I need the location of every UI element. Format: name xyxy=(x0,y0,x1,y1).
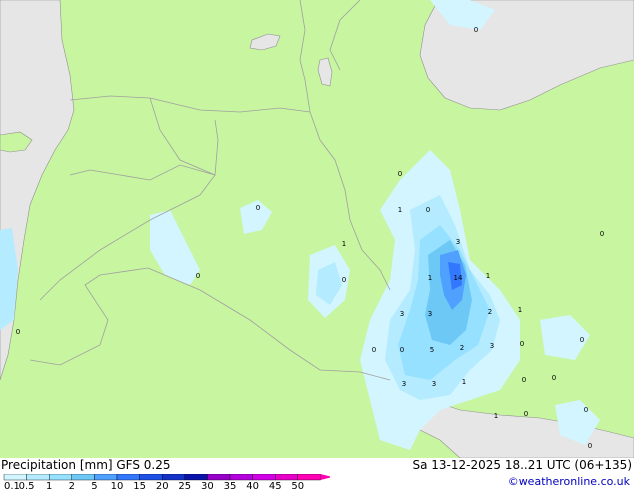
value-label: 0 xyxy=(580,336,584,344)
value-label: 0 xyxy=(588,442,592,450)
legend-arrow xyxy=(320,474,330,480)
value-label: 0 xyxy=(400,346,404,354)
value-label: 3 xyxy=(456,238,460,246)
legend-swatch xyxy=(184,474,208,481)
legend-tick-label: 45 xyxy=(269,481,282,490)
value-label: 1 xyxy=(428,274,432,282)
credit-link[interactable]: ©weatheronline.co.uk xyxy=(508,475,630,488)
value-label: 14 xyxy=(454,274,463,282)
legend-tick-label: 50 xyxy=(291,481,304,490)
legend-swatch xyxy=(229,474,253,481)
legend-swatch xyxy=(161,474,185,481)
legend-swatch xyxy=(49,474,73,481)
value-label: 0 xyxy=(524,410,528,418)
value-label: 0 xyxy=(196,272,200,280)
value-label: 0 xyxy=(426,206,430,214)
value-label: 0 xyxy=(342,276,346,284)
legend-swatch xyxy=(116,474,140,481)
legend-tick-label: 40 xyxy=(246,481,259,490)
value-label: 0 xyxy=(600,230,604,238)
value-label: 0 xyxy=(16,328,20,336)
value-label: 3 xyxy=(432,380,436,388)
legend-tick-label: 25 xyxy=(178,481,191,490)
legend-swatch xyxy=(139,474,163,481)
legend-swatch xyxy=(71,474,95,481)
legend-tick-label: 20 xyxy=(156,481,169,490)
value-label: 0 xyxy=(584,406,588,414)
value-label: 2 xyxy=(460,344,464,352)
legend-tick-label: 1 xyxy=(46,481,52,490)
legend-swatch xyxy=(3,474,27,481)
value-label: 3 xyxy=(490,342,494,350)
map-title: Precipitation [mm] GFS 0.25 xyxy=(1,458,171,472)
legend-tick-label: 15 xyxy=(133,481,146,490)
value-label: 0 xyxy=(522,376,526,384)
legend-swatch xyxy=(252,474,276,481)
legend-tick-label: 0.1 xyxy=(4,481,20,490)
value-label: 0 xyxy=(552,374,556,382)
value-label: 5 xyxy=(430,346,434,354)
legend-tick-label: 2 xyxy=(69,481,75,490)
precipitation-map: 0 0 0 1 0 0 3 1 14 1 1 3 3 2 1 0 0 0 0 5… xyxy=(0,0,634,459)
value-label: 3 xyxy=(402,380,406,388)
value-label: 1 xyxy=(486,272,490,280)
legend-tick-label: 30 xyxy=(201,481,214,490)
legend-swatch xyxy=(26,474,50,481)
value-label: 3 xyxy=(428,310,432,318)
legend-swatch xyxy=(207,474,231,481)
legend-swatch xyxy=(297,474,321,481)
value-label: 0 xyxy=(520,340,524,348)
legend-tick-label: 10 xyxy=(111,481,124,490)
value-label: 1 xyxy=(518,306,522,314)
value-label: 2 xyxy=(488,308,492,316)
color-legend: 0.10.5 1 2 5 10 15 20 25 30 35 40 45 50 xyxy=(3,474,330,490)
value-label: 0 xyxy=(398,170,402,178)
legend-tick-label: 0.5 xyxy=(19,481,35,490)
value-label: 1 xyxy=(462,378,466,386)
value-label: 0 xyxy=(256,204,260,212)
value-label: 1 xyxy=(494,412,498,420)
value-label: 1 xyxy=(398,206,402,214)
legend-swatch xyxy=(275,474,299,481)
value-label: 0 xyxy=(372,346,376,354)
legend-swatch xyxy=(94,474,118,481)
legend-tick-label: 5 xyxy=(91,481,97,490)
valid-time: Sa 13-12-2025 18..21 UTC (06+135) xyxy=(412,458,632,472)
value-label: 0 xyxy=(474,26,478,34)
value-label: 3 xyxy=(400,310,404,318)
value-label: 1 xyxy=(342,240,346,248)
legend-tick-label: 35 xyxy=(224,481,237,490)
